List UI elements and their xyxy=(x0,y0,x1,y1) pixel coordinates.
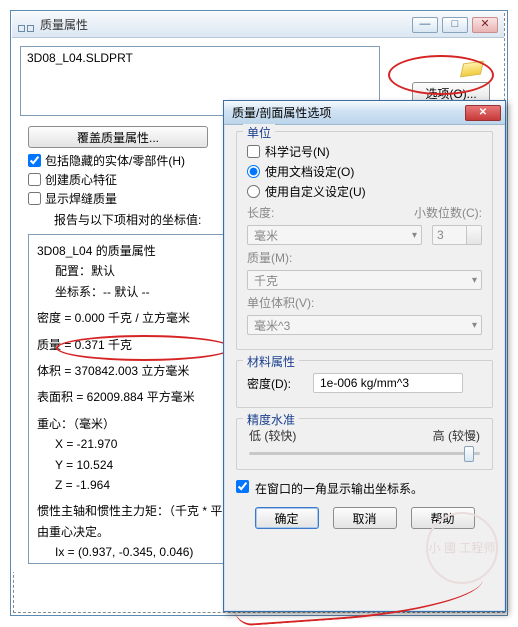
close-button[interactable]: ✕ xyxy=(472,17,498,33)
options-dialog-close[interactable]: ✕ xyxy=(465,105,501,121)
units-legend: 单位 xyxy=(243,124,275,141)
override-mass-button[interactable]: 覆盖质量属性... xyxy=(28,126,208,148)
mass-props-titlebar: 质量属性 — □ ✕ xyxy=(12,12,504,38)
mass-select[interactable]: 千克 xyxy=(247,270,482,290)
material-group: 材料属性 密度(D): 1e-006 kg/mm^3 xyxy=(236,360,493,408)
length-select[interactable]: 毫米 xyxy=(247,225,422,245)
mass-label: 质量(M): xyxy=(247,249,293,266)
units-group: 单位 科学记号(N) 使用文档设定(O) 使用自定义设定(U) 长度: 小数位数… xyxy=(236,131,493,350)
slider-thumb[interactable] xyxy=(464,446,474,462)
length-label: 长度: xyxy=(247,204,293,221)
precision-group: 精度水准 低 (较快) 高 (较慢) xyxy=(236,418,493,470)
precision-high-label: 高 (较慢) xyxy=(433,427,480,444)
precision-low-label: 低 (较快) xyxy=(249,427,296,444)
file-name-text: 3D08_L04.SLDPRT xyxy=(27,51,133,65)
ok-button[interactable]: 确定 xyxy=(255,507,319,529)
scale-icon xyxy=(18,18,34,32)
options-dialog-title: 质量/剖面属性选项 xyxy=(232,104,331,121)
precision-legend: 精度水准 xyxy=(243,411,299,428)
part-icon xyxy=(460,61,484,78)
unitvol-label: 单位体积(V): xyxy=(247,294,314,311)
use-doc-radio[interactable]: 使用文档设定(O) xyxy=(247,163,482,180)
help-button[interactable]: 帮助 xyxy=(411,507,475,529)
show-coord-checkbox[interactable]: 在窗口的一角显示输出坐标系。 xyxy=(236,480,493,497)
density-input[interactable]: 1e-006 kg/mm^3 xyxy=(313,373,463,393)
decimals-spinner[interactable]: 3 xyxy=(432,225,482,245)
minimize-button[interactable]: — xyxy=(412,17,438,33)
sci-notation-checkbox[interactable]: 科学记号(N) xyxy=(247,143,482,160)
use-custom-radio[interactable]: 使用自定义设定(U) xyxy=(247,183,482,200)
density-label: 密度(D): xyxy=(247,375,303,392)
maximize-button[interactable]: □ xyxy=(442,17,468,33)
cancel-button[interactable]: 取消 xyxy=(333,507,397,529)
unitvol-select[interactable]: 毫米^3 xyxy=(247,315,482,335)
options-dialog: 质量/剖面属性选项 ✕ 单位 科学记号(N) 使用文档设定(O) 使用自定义设定… xyxy=(223,100,506,612)
material-legend: 材料属性 xyxy=(243,353,299,370)
decimals-label: 小数位数(C): xyxy=(414,204,482,221)
precision-slider[interactable] xyxy=(247,452,482,455)
window-title: 质量属性 xyxy=(40,16,88,33)
options-dialog-titlebar: 质量/剖面属性选项 ✕ xyxy=(224,101,505,125)
